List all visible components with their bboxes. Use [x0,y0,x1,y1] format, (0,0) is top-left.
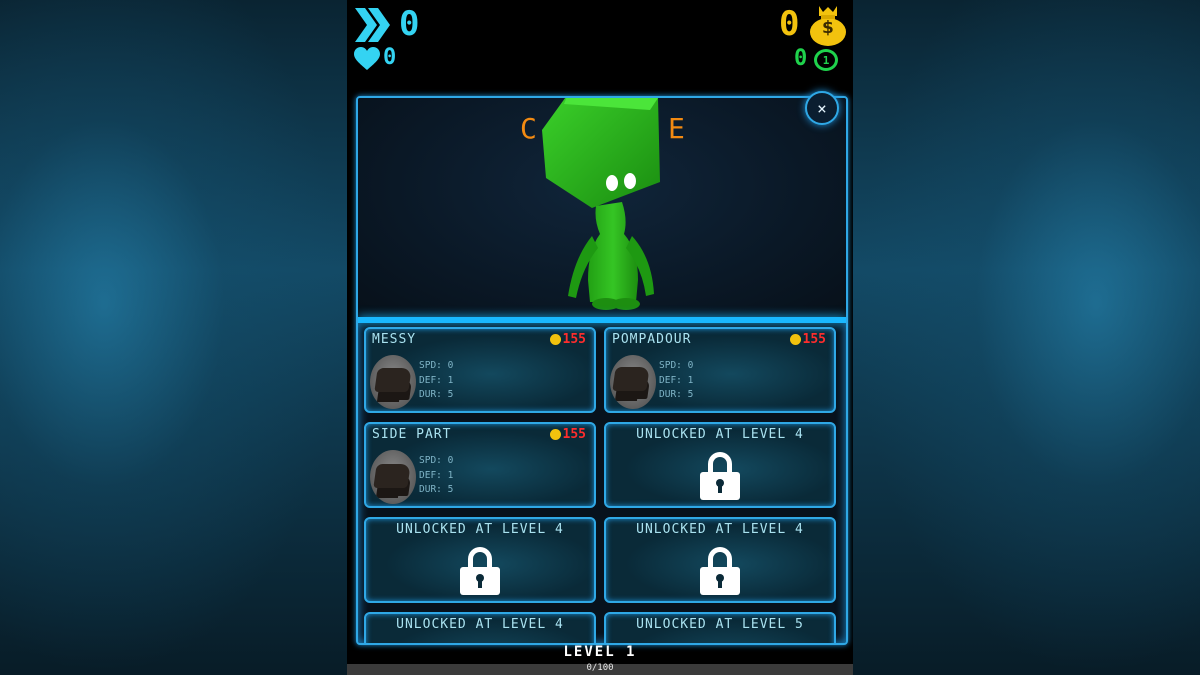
item-stats: SPD: 0 DEF: 1 DUR: 5 [419,455,454,495]
laurel-token-symbol: 1 [822,53,830,67]
hair-thumbnail [370,355,416,409]
speed-counter: 0 [399,4,420,44]
lock-icon [700,452,740,500]
locked-label: UNLOCKED AT LEVEL 4 [396,522,564,537]
item-name: MESSY [372,332,417,347]
hair-thumbnail [370,450,416,504]
game-screen: 0 0 0 $ 0 1 C E MESSY 155 SPD: 0 DEF: 1 … [347,0,853,675]
preview-divider [358,317,846,323]
lock-icon [460,547,500,595]
locked-label: UNLOCKED AT LEVEL 4 [636,522,804,537]
item-card-side-part[interactable]: SIDE PART 155 SPD: 0 DEF: 1 DUR: 5 [364,422,596,508]
lock-icon [700,547,740,595]
background-blur-left [0,0,347,675]
alien-character [542,98,660,310]
coins-counter: 0 [779,4,800,44]
money-bag-icon [789,334,801,345]
item-price: 155 [549,332,586,347]
money-bag-icon [549,429,561,440]
money-bag-icon [549,334,561,345]
character-preview: C E [358,98,846,318]
item-price: 155 [789,332,826,347]
locked-item-card[interactable]: UNLOCKED AT LEVEL 4 [604,517,836,603]
level-label: LEVEL 1 [563,644,637,660]
hair-thumbnail [610,355,656,409]
item-card-messy[interactable]: MESSY 155 SPD: 0 DEF: 1 DUR: 5 [364,327,596,413]
item-stats: SPD: 0 DEF: 1 DUR: 5 [659,360,694,400]
item-name: SIDE PART [372,427,452,442]
heart-icon [354,47,380,70]
locked-label: UNLOCKED AT LEVEL 4 [396,617,564,632]
close-button[interactable]: × [805,91,839,125]
item-price: 155 [549,427,586,442]
laurel-token-icon: 1 [814,49,838,71]
locked-label: UNLOCKED AT LEVEL 4 [636,427,804,442]
tokens-counter: 0 [794,46,808,71]
item-card-pompadour[interactable]: POMPADOUR 155 SPD: 0 DEF: 1 DUR: 5 [604,327,836,413]
customize-panel: C E MESSY 155 SPD: 0 DEF: 1 DUR: 5 POMPA… [356,96,848,645]
xp-text: 0/100 [586,663,614,673]
double-chevron-icon [355,8,390,42]
item-stats: SPD: 0 DEF: 1 DUR: 5 [419,360,454,400]
item-name: POMPADOUR [612,332,692,347]
locked-item-card[interactable]: UNLOCKED AT LEVEL 5 [604,612,836,643]
money-bag-symbol: $ [822,18,834,38]
lives-counter: 0 [383,45,397,70]
background-blur-right [853,0,1200,675]
locked-item-card[interactable]: UNLOCKED AT LEVEL 4 [364,612,596,643]
locked-item-card[interactable]: UNLOCKED AT LEVEL 4 [364,517,596,603]
locked-item-card[interactable]: UNLOCKED AT LEVEL 4 [604,422,836,508]
locked-label: UNLOCKED AT LEVEL 5 [636,617,804,632]
